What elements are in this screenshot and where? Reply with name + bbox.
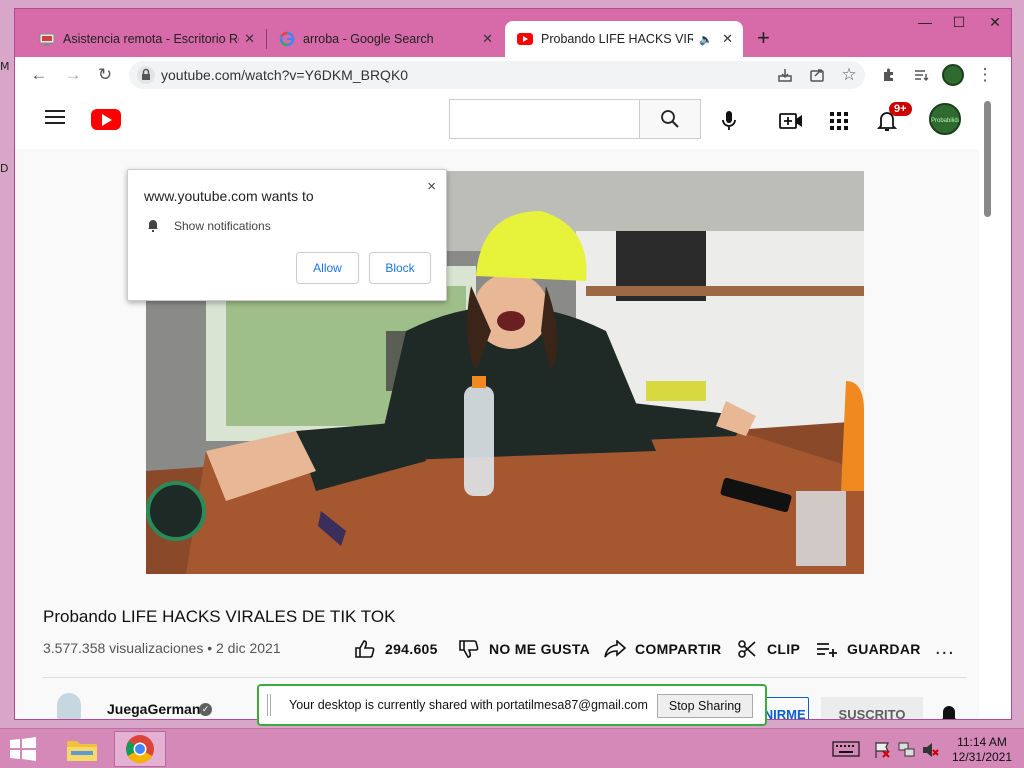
close-prompt-icon[interactable]: × bbox=[427, 178, 436, 195]
divider bbox=[43, 677, 967, 678]
verified-check-icon: ✓ bbox=[199, 703, 212, 716]
microphone-icon[interactable] bbox=[715, 107, 743, 135]
maximize-button[interactable]: ☐ bbox=[941, 11, 977, 33]
youtube-logo-icon[interactable] bbox=[91, 109, 121, 130]
chrome-icon[interactable] bbox=[114, 731, 166, 767]
like-count: 294.605 bbox=[385, 641, 438, 657]
thumbs-up-icon bbox=[353, 639, 377, 659]
account-avatar[interactable]: Probabilidad y Estadistica bbox=[929, 103, 961, 135]
desktop-sharing-bar: Your desktop is currently shared with po… bbox=[257, 684, 767, 726]
clip-button[interactable]: CLIP bbox=[735, 639, 800, 659]
url-text: youtube.com/watch?v=Y6DKM_BRQK0 bbox=[161, 67, 409, 83]
share-button[interactable]: COMPARTIR bbox=[603, 639, 721, 659]
bookmark-star-icon[interactable]: ☆ bbox=[837, 63, 861, 87]
google-icon bbox=[279, 31, 295, 47]
desktop-icon-label: M bbox=[0, 60, 10, 73]
close-tab-icon[interactable]: ✕ bbox=[244, 31, 255, 47]
video-title: Probando LIFE HACKS VIRALES DE TIK TOK bbox=[43, 607, 396, 626]
tab-google-search[interactable]: arroba - Google Search ✕ bbox=[267, 21, 503, 57]
channel-bell-icon[interactable] bbox=[939, 703, 959, 719]
search-button[interactable] bbox=[639, 99, 701, 139]
like-button[interactable]: 294.605 bbox=[353, 639, 438, 659]
network-icon[interactable] bbox=[898, 741, 916, 764]
clip-label: CLIP bbox=[767, 641, 801, 657]
close-tab-icon[interactable]: ✕ bbox=[482, 31, 493, 47]
reading-list-icon[interactable] bbox=[909, 63, 933, 87]
browser-window: Asistencia remota - Escritorio Re ✕ arro… bbox=[14, 8, 1012, 720]
sharing-message: Your desktop is currently shared with po… bbox=[289, 698, 648, 712]
drag-handle[interactable] bbox=[267, 694, 271, 716]
tab-youtube-video[interactable]: Probando LIFE HACKS VIRAL 🔈 ✕ bbox=[505, 21, 743, 57]
scissors-icon bbox=[735, 639, 759, 659]
notification-permission-prompt: www.youtube.com wants to × Show notifica… bbox=[127, 169, 447, 301]
minimize-button[interactable]: — bbox=[907, 11, 943, 33]
youtube-page: 9+ Probabilidad y Estadistica bbox=[15, 93, 995, 719]
allow-button[interactable]: Allow bbox=[296, 252, 359, 284]
install-app-icon[interactable] bbox=[773, 63, 797, 87]
channel-name[interactable]: JuegaGerman bbox=[107, 701, 200, 717]
thumbs-down-icon bbox=[457, 639, 481, 659]
tab-strip: Asistencia remota - Escritorio Re ✕ arro… bbox=[15, 9, 1011, 57]
create-video-icon[interactable] bbox=[777, 107, 805, 135]
scrollbar-thumb[interactable] bbox=[984, 101, 991, 217]
taskbar: 11:14 AM 12/31/2021 bbox=[0, 728, 1024, 768]
channel-avatar[interactable] bbox=[57, 693, 81, 719]
dislike-label: NO ME GUSTA bbox=[489, 641, 591, 657]
menu-kebab-icon[interactable]: ⋮ bbox=[973, 63, 997, 87]
search-input[interactable] bbox=[449, 99, 639, 139]
save-label: GUARDAR bbox=[847, 641, 921, 657]
system-clock[interactable]: 11:14 AM 12/31/2021 bbox=[950, 735, 1014, 765]
address-bar[interactable]: youtube.com/watch?v=Y6DKM_BRQK0 bbox=[129, 61, 865, 89]
video-meta: 3.577.358 visualizaciones • 2 dic 2021 bbox=[43, 640, 281, 656]
apps-grid-icon[interactable] bbox=[825, 107, 853, 135]
prompt-permission: Show notifications bbox=[174, 219, 271, 233]
share-page-icon[interactable] bbox=[805, 63, 829, 87]
more-actions-button[interactable]: ... bbox=[935, 637, 955, 660]
save-button[interactable]: GUARDAR bbox=[815, 639, 921, 659]
tab-remote-assistance[interactable]: Asistencia remota - Escritorio Re ✕ bbox=[27, 21, 265, 57]
reload-icon[interactable]: ↻ bbox=[93, 63, 117, 87]
playlist-add-icon bbox=[815, 639, 839, 659]
extensions-icon[interactable] bbox=[877, 63, 901, 87]
subscribe-button[interactable]: SUSCRITO bbox=[821, 697, 923, 719]
dislike-button[interactable]: NO ME GUSTA bbox=[457, 639, 590, 659]
lock-icon[interactable] bbox=[137, 66, 155, 84]
volume-muted-icon[interactable] bbox=[922, 741, 940, 764]
new-tab-button[interactable]: + bbox=[757, 25, 770, 51]
forward-icon[interactable]: → bbox=[61, 63, 85, 87]
audio-playing-icon[interactable]: 🔈 bbox=[699, 33, 713, 46]
action-center-flag-icon[interactable] bbox=[874, 741, 892, 764]
back-icon[interactable]: ← bbox=[27, 63, 51, 87]
youtube-header: 9+ Probabilidad y Estadistica bbox=[15, 93, 995, 149]
file-explorer-icon[interactable] bbox=[56, 731, 108, 767]
bell-icon bbox=[146, 218, 160, 237]
stop-sharing-button[interactable]: Stop Sharing bbox=[657, 694, 753, 718]
remote-desktop-icon bbox=[39, 31, 55, 47]
hamburger-menu-icon[interactable] bbox=[45, 110, 65, 124]
tab-title: arroba - Google Search bbox=[303, 32, 434, 46]
share-label: COMPARTIR bbox=[635, 641, 722, 657]
share-arrow-icon bbox=[603, 639, 627, 659]
page-scrollbar[interactable] bbox=[979, 93, 995, 719]
clock-time: 11:14 AM bbox=[957, 735, 1007, 749]
youtube-icon bbox=[517, 31, 533, 47]
close-window-button[interactable]: ✕ bbox=[977, 11, 1013, 33]
tab-title: Probando LIFE HACKS VIRAL bbox=[541, 32, 693, 46]
block-button[interactable]: Block bbox=[369, 252, 431, 284]
prompt-site: www.youtube.com wants to bbox=[144, 188, 314, 204]
keyboard-icon[interactable] bbox=[832, 741, 860, 762]
windows-start-icon[interactable] bbox=[8, 737, 38, 766]
profile-avatar-icon[interactable] bbox=[941, 63, 965, 87]
notification-count-badge: 9+ bbox=[889, 102, 912, 116]
clock-date: 12/31/2021 bbox=[951, 750, 1013, 764]
browser-toolbar: ← → ↻ youtube.com/watch?v=Y6DKM_BRQK0 ☆ … bbox=[15, 57, 1011, 93]
close-tab-icon[interactable]: ✕ bbox=[722, 31, 733, 47]
search-icon bbox=[661, 110, 679, 128]
desktop-icon-label: D bbox=[0, 162, 9, 175]
tab-title: Asistencia remota - Escritorio Re bbox=[63, 32, 239, 46]
